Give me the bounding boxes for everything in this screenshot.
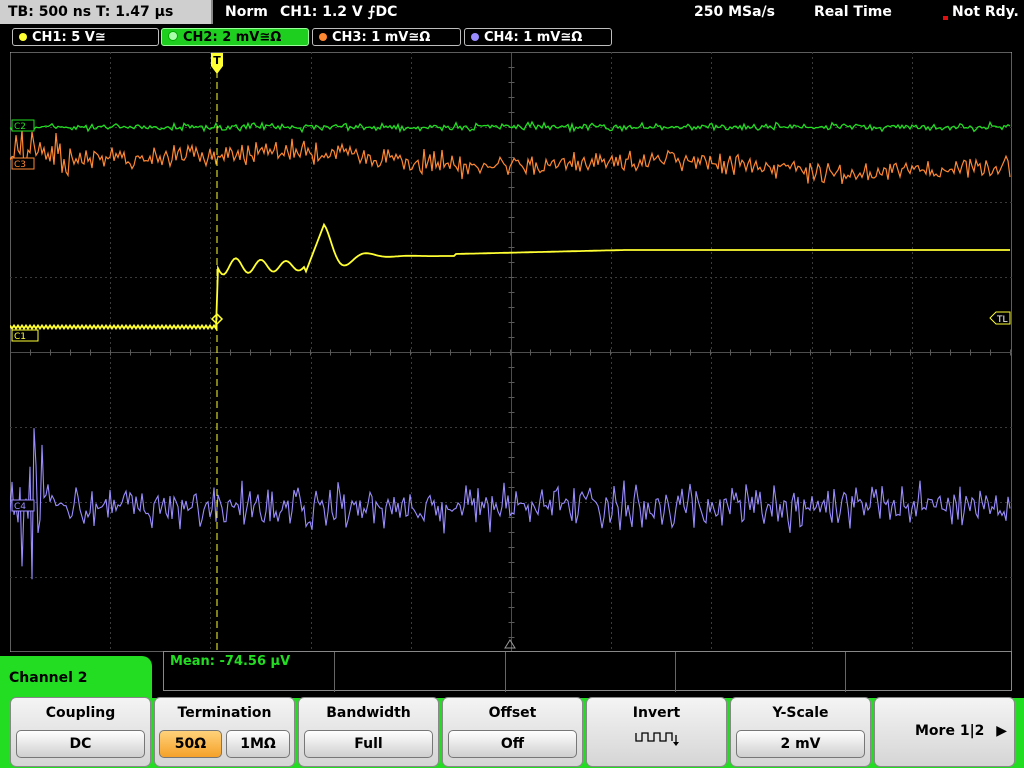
tab-ch2[interactable]: CH2: 2 mV≅Ω — [161, 28, 309, 46]
tab-ch1[interactable]: CH1: 5 V≅ — [12, 28, 159, 46]
ch3-dot-icon — [319, 33, 327, 41]
termination-50ohm-button[interactable]: 50Ω — [159, 730, 222, 758]
channel-menu-title: Channel 2 — [9, 670, 88, 686]
offset-softkey[interactable]: Offset Off — [442, 697, 583, 767]
ch3-ground-marker[interactable]: C3 — [11, 157, 35, 170]
bandwidth-value-button[interactable]: Full — [304, 730, 433, 758]
more-label: More 1|2 — [915, 723, 985, 739]
trigger-mode[interactable]: Norm — [225, 0, 268, 24]
ch4-dot-icon — [471, 33, 479, 41]
termination-title: Termination — [177, 705, 272, 721]
tab-ch4-label: CH4: 1 mV≅Ω — [484, 30, 583, 45]
coupling-softkey[interactable]: Coupling DC — [10, 697, 151, 767]
measurement-divider — [334, 652, 335, 692]
ch4-ground-marker[interactable]: C4 — [11, 499, 35, 512]
sample-rate: 250 MSa/s — [694, 4, 776, 20]
measurement-divider — [845, 652, 846, 692]
timebase-label[interactable]: TB: 500 ns T: 1.47 µs — [0, 0, 213, 24]
status-bar: TB: 500 ns T: 1.47 µs Norm CH1: 1.2 V ⨍D… — [0, 0, 1024, 25]
tab-ch3[interactable]: CH3: 1 mV≅Ω — [312, 28, 461, 46]
y-scale-softkey[interactable]: Y-Scale 2 mV — [730, 697, 871, 767]
ch2-dot-icon — [168, 31, 178, 41]
coupling-title: Coupling — [45, 705, 116, 721]
tab-ch3-label: CH3: 1 mV≅Ω — [332, 30, 431, 45]
termination-1mohm-button[interactable]: 1MΩ — [226, 730, 290, 758]
measurement-bar[interactable]: Mean: -74.56 µV — [163, 651, 1012, 692]
trigger-marker-label: T — [213, 54, 221, 67]
ch4-marker-label: C4 — [14, 502, 26, 512]
ch1-marker-label: C1 — [14, 332, 26, 342]
bandwidth-softkey[interactable]: Bandwidth Full — [298, 697, 439, 767]
tab-ch2-label: CH2: 2 mV≅Ω — [183, 30, 282, 45]
measurement-divider — [505, 652, 506, 692]
y-scale-value-button[interactable]: 2 mV — [736, 730, 865, 758]
ch2-ground-marker[interactable]: C2 — [11, 119, 35, 132]
trigger-level-label: TL — [996, 315, 1008, 325]
trigger-source[interactable]: CH1: 1.2 V ⨍DC — [280, 0, 397, 24]
waveform-display[interactable]: T C2 C3 C1 C4 TL — [10, 52, 1012, 652]
measurement-mean: Mean: -74.56 µV — [170, 654, 291, 669]
acquisition-status: Not Rdy. — [952, 4, 1019, 20]
offset-value-button[interactable]: Off — [448, 730, 577, 758]
ch1-dot-icon — [19, 33, 27, 41]
bandwidth-title: Bandwidth — [326, 705, 411, 721]
more-softkey[interactable]: More 1|2 ▶ — [874, 697, 1015, 767]
coupling-value-button[interactable]: DC — [16, 730, 145, 758]
invert-softkey[interactable]: Invert — [586, 697, 727, 767]
status-indicator-icon — [943, 16, 948, 20]
invert-title: Invert — [632, 705, 681, 721]
invert-square-wave-icon — [635, 732, 679, 746]
measurement-divider — [675, 652, 676, 692]
tab-ch4[interactable]: CH4: 1 mV≅Ω — [464, 28, 612, 46]
y-scale-title: Y-Scale — [772, 705, 829, 721]
ch3-marker-label: C3 — [14, 160, 26, 170]
right-arrow-icon: ▶ — [996, 723, 1007, 739]
ch2-marker-label: C2 — [14, 122, 26, 132]
termination-softkey[interactable]: Termination 50Ω 1MΩ — [154, 697, 295, 767]
tab-ch1-label: CH1: 5 V≅ — [32, 30, 106, 45]
acquisition-mode: Real Time — [814, 4, 892, 20]
ch1-ground-marker[interactable]: C1 — [11, 329, 39, 342]
offset-title: Offset — [488, 705, 537, 721]
channel-menu-header: Channel 2 — [0, 656, 152, 698]
